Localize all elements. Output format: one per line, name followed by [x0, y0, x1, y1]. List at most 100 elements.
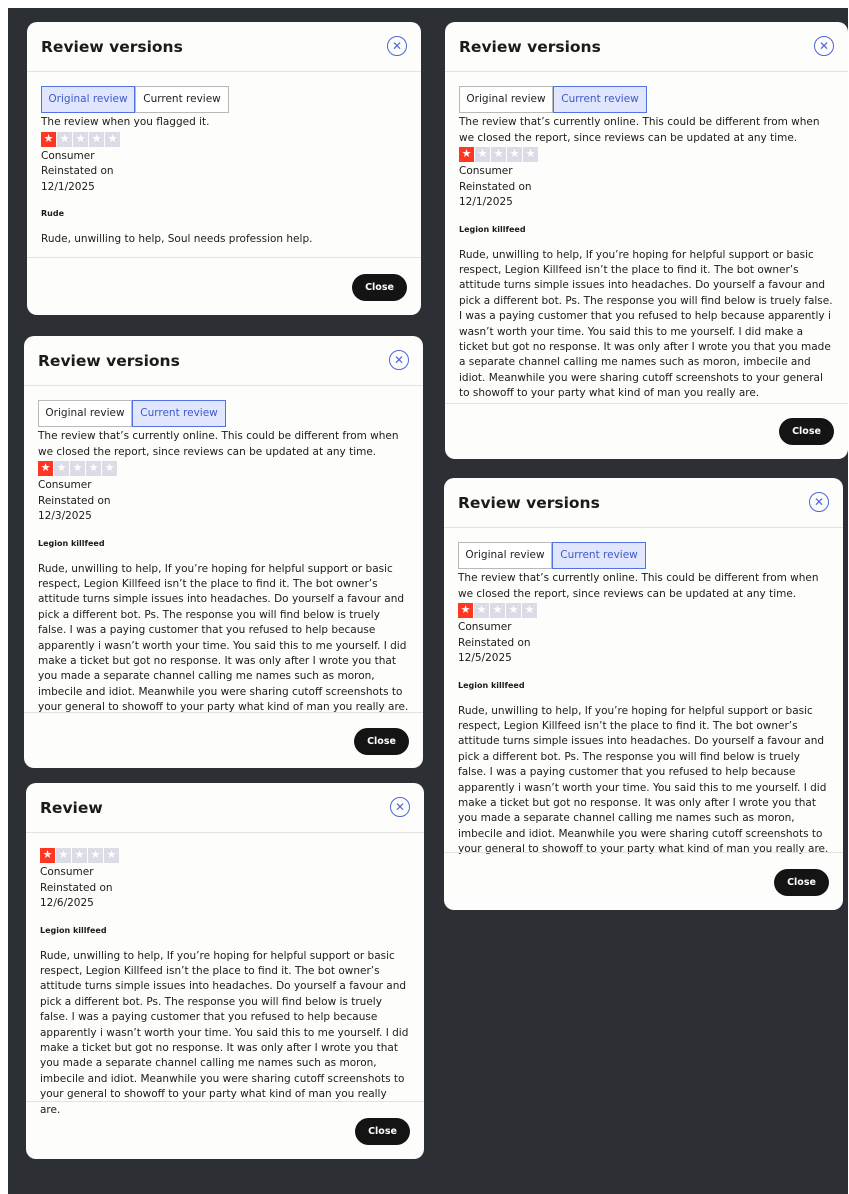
modal-body: ★ ★ ★ ★ ★ Consumer Reinstated on 12/6/20…: [26, 833, 424, 1118]
modal-footer: Close: [26, 1101, 424, 1159]
modal-title: Review versions: [38, 352, 180, 370]
star-icon: ★: [89, 131, 104, 147]
star-icon: ★: [56, 848, 71, 863]
review-versions-modal-current: Review versions ✕ Original review Curren…: [445, 22, 848, 459]
star-icon: ★: [507, 147, 522, 162]
star-icon: ★: [459, 147, 474, 162]
tab-current-review[interactable]: Current review: [552, 542, 646, 569]
close-icon[interactable]: ✕: [814, 36, 834, 56]
tab-current-review[interactable]: Current review: [553, 86, 647, 113]
star-icon: ★: [54, 461, 69, 476]
review-body: Rude, unwilling to help, If you’re hopin…: [458, 704, 829, 856]
review-title: Legion killfeed: [40, 925, 107, 935]
modal-header: Review versions ✕: [27, 22, 421, 72]
version-description: The review that’s currently online. This…: [38, 430, 399, 458]
reinstated-label: Reinstated on: [459, 180, 532, 193]
tab-original-review[interactable]: Original review: [41, 86, 135, 113]
review-versions-modal-original: Review versions ✕ Original review Curren…: [27, 22, 421, 315]
star-icon: ★: [86, 461, 101, 476]
close-button[interactable]: Close: [352, 274, 407, 301]
close-button[interactable]: Close: [354, 728, 409, 755]
star-rating: ★ ★ ★ ★ ★: [40, 848, 410, 863]
tab-current-review[interactable]: Current review: [132, 400, 226, 427]
version-description: The review that’s currently online. This…: [459, 116, 820, 144]
reinstated-date: 12/3/2025: [38, 510, 92, 522]
star-rating: ★ ★ ★ ★ ★: [459, 147, 834, 162]
modal-header: Review versions ✕: [445, 22, 848, 72]
modal-body: Original review Current review The revie…: [27, 72, 421, 247]
reinstated-date: 12/5/2025: [458, 652, 512, 664]
star-icon: ★: [523, 147, 538, 162]
star-rating: ★ ★ ★ ★ ★: [41, 131, 407, 147]
tab-original-review[interactable]: Original review: [38, 400, 132, 427]
reinstated-label: Reinstated on: [40, 881, 113, 894]
version-tabs: Original review Current review: [41, 86, 407, 113]
review-versions-modal-current: Review versions ✕ Original review Curren…: [444, 478, 843, 910]
reinstated-label: Reinstated on: [41, 165, 114, 177]
star-icon: ★: [38, 461, 53, 476]
star-icon: ★: [70, 461, 85, 476]
star-icon: ★: [72, 848, 87, 863]
review-body: Rude, unwilling to help, If you’re hopin…: [38, 562, 409, 714]
modal-body: Original review Current review The revie…: [24, 386, 423, 716]
modal-footer: Close: [445, 403, 848, 459]
close-button[interactable]: Close: [774, 869, 829, 896]
review-modal: Review ✕ ★ ★ ★ ★ ★ Consumer Reinstated o…: [26, 783, 424, 1159]
star-rating: ★ ★ ★ ★ ★: [458, 603, 829, 618]
modal-footer: Close: [24, 712, 423, 768]
reinstated-label: Reinstated on: [38, 494, 111, 507]
star-icon: ★: [105, 131, 120, 147]
star-rating: ★ ★ ★ ★ ★: [38, 461, 409, 476]
review-body: Rude, unwilling to help, Soul needs prof…: [41, 233, 313, 245]
star-icon: ★: [104, 848, 119, 863]
modal-title: Review versions: [459, 38, 601, 56]
star-icon: ★: [491, 147, 506, 162]
star-icon: ★: [57, 131, 72, 147]
star-icon: ★: [490, 603, 505, 618]
close-icon[interactable]: ✕: [809, 492, 829, 512]
modal-footer: Close: [27, 257, 421, 315]
consumer-label: Consumer: [40, 866, 94, 878]
modal-title: Review: [40, 799, 103, 817]
version-tabs: Original review Current review: [38, 400, 409, 427]
star-icon: ★: [73, 131, 88, 147]
modal-title: Review versions: [41, 38, 183, 56]
modal-footer: Close: [444, 852, 843, 910]
consumer-label: Consumer: [41, 149, 95, 162]
close-button[interactable]: Close: [779, 418, 834, 445]
review-title: Legion killfeed: [459, 224, 526, 234]
consumer-label: Consumer: [458, 621, 512, 633]
modal-header: Review ✕: [26, 783, 424, 833]
reinstated-date: 12/1/2025: [459, 196, 513, 208]
version-description: The review that’s currently online. This…: [458, 572, 819, 600]
star-icon: ★: [88, 848, 103, 863]
modal-body: Original review Current review The revie…: [444, 528, 843, 858]
close-button[interactable]: Close: [355, 1118, 410, 1145]
review-title: Legion killfeed: [458, 680, 525, 690]
close-icon[interactable]: ✕: [387, 36, 407, 56]
modal-title: Review versions: [458, 494, 600, 512]
review-versions-modal-current: Review versions ✕ Original review Curren…: [24, 336, 423, 768]
star-icon: ★: [506, 603, 521, 618]
star-icon: ★: [522, 603, 537, 618]
modal-header: Review versions ✕: [24, 336, 423, 386]
star-icon: ★: [474, 603, 489, 618]
review-body: Rude, unwilling to help, If you’re hopin…: [459, 248, 833, 400]
tab-current-review[interactable]: Current review: [135, 86, 229, 113]
consumer-label: Consumer: [459, 165, 513, 177]
star-icon: ★: [102, 461, 117, 476]
consumer-label: Consumer: [38, 479, 92, 491]
reinstated-label: Reinstated on: [458, 636, 531, 649]
reinstated-date: 12/1/2025: [41, 180, 95, 193]
tab-original-review[interactable]: Original review: [458, 542, 552, 569]
review-title: Rude: [41, 209, 65, 218]
star-icon: ★: [475, 147, 490, 162]
review-body: Rude, unwilling to help, If you’re hopin…: [40, 949, 409, 1116]
star-icon: ★: [41, 131, 56, 147]
close-icon[interactable]: ✕: [389, 350, 409, 370]
star-icon: ★: [40, 848, 55, 863]
tab-original-review[interactable]: Original review: [459, 86, 553, 113]
close-icon[interactable]: ✕: [390, 797, 410, 817]
modal-header: Review versions ✕: [444, 478, 843, 528]
version-tabs: Original review Current review: [459, 86, 834, 113]
